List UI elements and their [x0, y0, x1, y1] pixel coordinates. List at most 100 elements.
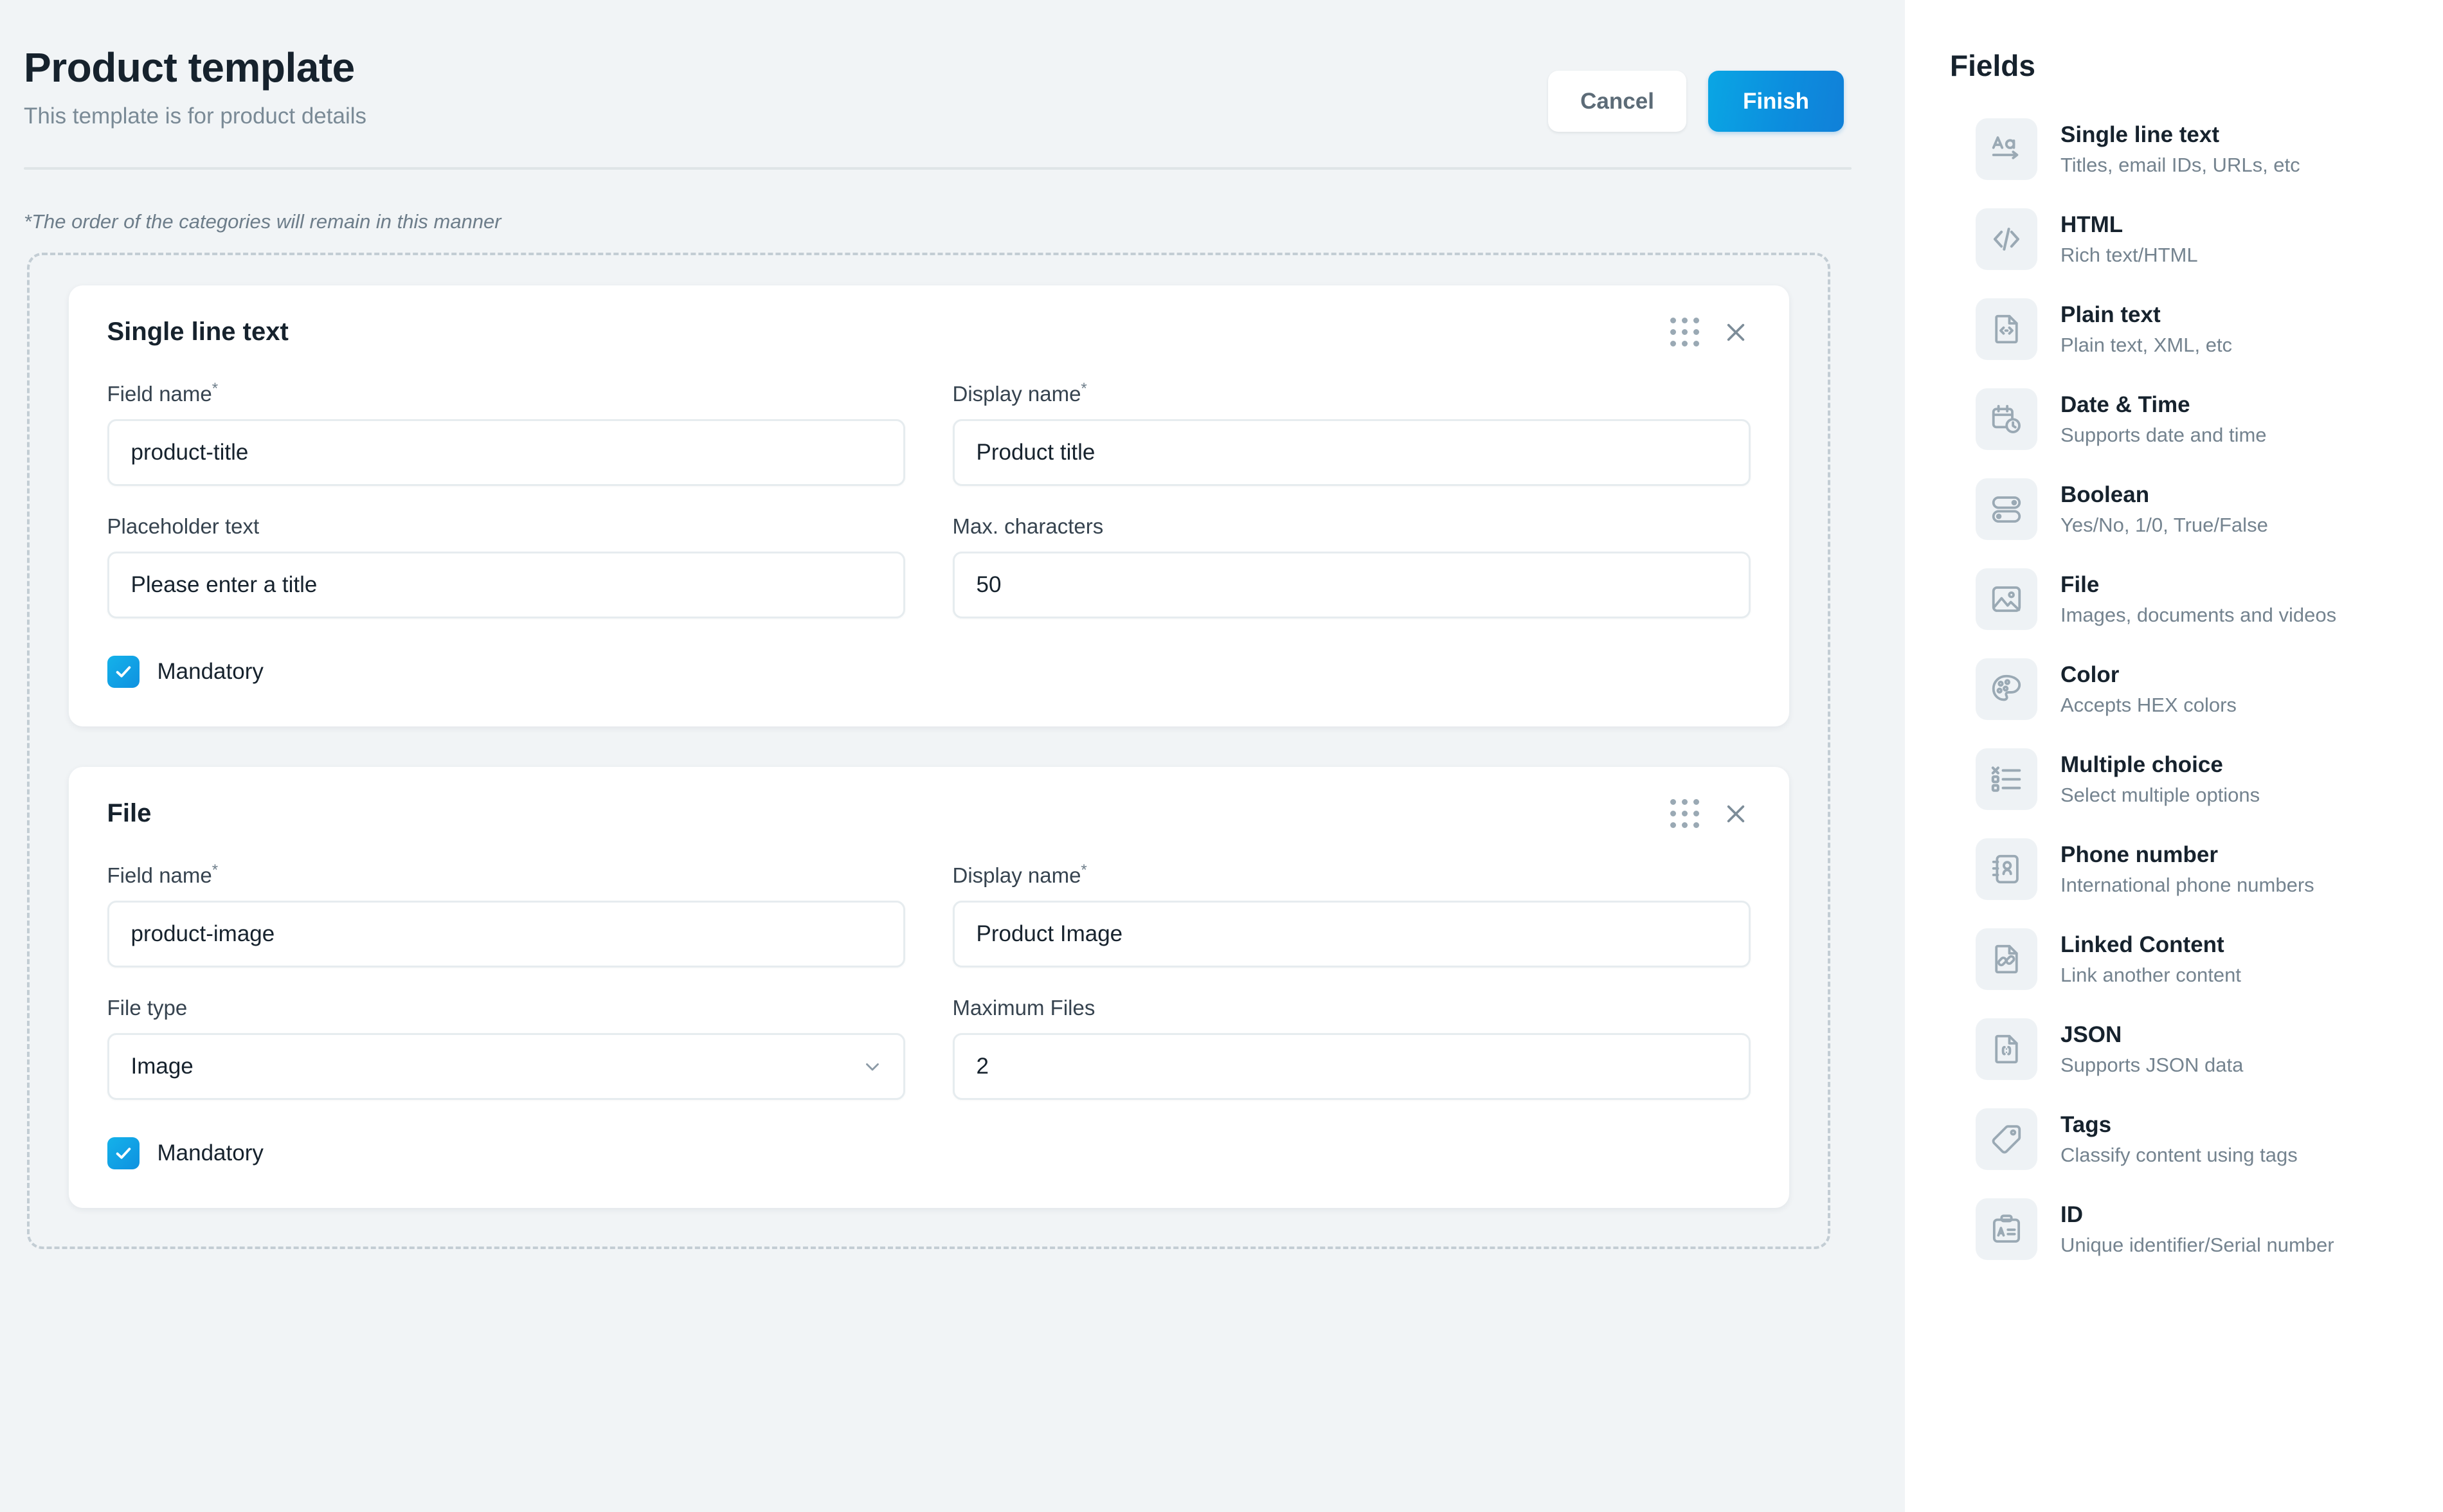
calendar-clock-icon: [1976, 388, 2037, 450]
image-icon: [1976, 568, 2037, 630]
form-field-display-name: Display name*: [952, 380, 1751, 486]
field-type-name: Color: [2060, 662, 2120, 687]
field-type-desc: International phone numbers: [2060, 873, 2314, 896]
title-block: Product template This template is for pr…: [24, 46, 366, 129]
mandatory-checkbox[interactable]: [107, 1137, 140, 1169]
sidebar-item-single-line-text[interactable]: Single line text Titles, email IDs, URLs…: [1905, 113, 2443, 186]
file-type-select[interactable]: [107, 1033, 905, 1100]
fields-dropzone[interactable]: Single line text Field name* product-tit…: [27, 253, 1830, 1249]
field-card[interactable]: Single line text Field name* product-tit…: [68, 285, 1789, 726]
fields-sidebar: Fields Single line text Titles, email ID…: [1905, 0, 2443, 1512]
page-header: Product template This template is for pr…: [0, 0, 1905, 132]
mandatory-row[interactable]: Mandatory: [107, 1137, 1751, 1169]
form-field-placeholder-text: Placeholder text: [107, 514, 905, 618]
field-type-name: ID: [2060, 1202, 2083, 1227]
label-placeholder-text: Placeholder text: [107, 514, 260, 538]
page-title: Product template: [24, 44, 355, 91]
field-type-desc: Plain text, XML, etc: [2060, 333, 2233, 356]
field-type-desc: Accepts HEX colors: [2060, 693, 2237, 716]
field-name-input[interactable]: [107, 419, 905, 486]
field-type-name: Single line text: [2060, 122, 2219, 147]
drag-dots-icon[interactable]: [1670, 318, 1699, 346]
card-title: Single line text: [107, 318, 289, 346]
card-row: Field name* Display name*: [107, 861, 1751, 968]
field-type-desc: Supports date and time: [2060, 423, 2267, 446]
sidebar-item-color[interactable]: Color Accepts HEX colors: [1905, 652, 2443, 726]
sidebar-item-tags[interactable]: Tags Classify content using tags: [1905, 1102, 2443, 1176]
field-texts: Phone number International phone numbers: [2060, 842, 2314, 897]
check-icon: [116, 1148, 131, 1159]
sidebar-item-boolean[interactable]: Boolean Yes/No, 1/0, True/False: [1905, 473, 2443, 546]
field-texts: Multiple choice Select multiple options: [2060, 752, 2260, 807]
sidebar-item-html[interactable]: HTML Rich text/HTML: [1905, 203, 2443, 276]
field-card[interactable]: File Field name* product-image Display n…: [68, 767, 1789, 1208]
label-field-name: Field name*: [107, 380, 219, 406]
field-type-desc: Unique identifier/Serial number: [2060, 1233, 2334, 1256]
checklist-icon: [1976, 748, 2037, 810]
finish-button[interactable]: Finish: [1708, 71, 1844, 132]
field-type-name: Tags: [2060, 1112, 2112, 1137]
page-subtitle: This template is for product details: [24, 104, 367, 129]
sidebar-item-file[interactable]: File Images, documents and videos: [1905, 562, 2443, 636]
form-field-display-name: Display name*: [952, 861, 1751, 968]
display-name-input[interactable]: [952, 901, 1751, 968]
field-type-name: JSON: [2060, 1022, 2122, 1047]
field-texts: ID Unique identifier/Serial number: [2060, 1202, 2334, 1257]
field-type-desc: Yes/No, 1/0, True/False: [2060, 513, 2268, 536]
field-name-input[interactable]: [107, 901, 905, 968]
field-texts: Plain text Plain text, XML, etc: [2060, 302, 2232, 357]
max-characters-input[interactable]: [952, 552, 1751, 618]
placeholder-text-input[interactable]: [107, 552, 905, 618]
id-badge-icon: [1976, 1198, 2037, 1260]
field-type-name: Date & Time: [2060, 392, 2190, 417]
cancel-button[interactable]: Cancel: [1548, 71, 1686, 132]
drag-dots-icon[interactable]: [1670, 799, 1699, 828]
close-icon[interactable]: [1725, 321, 1747, 343]
field-texts: Single line text Titles, email IDs, URLs…: [2060, 122, 2300, 177]
mandatory-label: Mandatory: [157, 1140, 264, 1166]
sidebar-item-json[interactable]: JSON Supports JSON data: [1905, 1013, 2443, 1086]
sidebar-item-multiple-choice[interactable]: Multiple choice Select multiple options: [1905, 742, 2443, 816]
sidebar-item-id[interactable]: ID Unique identifier/Serial number: [1905, 1192, 2443, 1266]
field-texts: Color Accepts HEX colors: [2060, 662, 2237, 717]
field-texts: File Images, documents and videos: [2060, 572, 2336, 627]
field-type-name: Phone number: [2060, 842, 2219, 867]
sidebar-item-date-time[interactable]: Date & Time Supports date and time: [1905, 382, 2443, 456]
field-type-name: HTML: [2060, 212, 2123, 237]
sidebar-item-linked-content[interactable]: Linked Content Link another content: [1905, 923, 2443, 996]
maximum-files-input[interactable]: [952, 1033, 1751, 1100]
sidebar-item-phone-number[interactable]: Phone number International phone numbers: [1905, 833, 2443, 906]
field-texts: Boolean Yes/No, 1/0, True/False: [2060, 482, 2268, 537]
sidebar-title: Fields: [1950, 49, 2035, 82]
file-type-select-wrap[interactable]: [107, 1033, 905, 1100]
display-name-input[interactable]: [952, 419, 1751, 486]
field-type-name: Plain text: [2060, 302, 2161, 327]
tag-icon: [1976, 1108, 2037, 1170]
field-type-desc: Classify content using tags: [2060, 1143, 2298, 1166]
form-field-maximum-files: Maximum Files: [952, 996, 1751, 1100]
mandatory-row[interactable]: Mandatory: [107, 656, 1751, 688]
document-code-icon: [1976, 298, 2037, 360]
document-link-icon: [1976, 928, 2037, 990]
field-type-desc: Select multiple options: [2060, 783, 2260, 806]
header-divider: [24, 167, 1852, 170]
mandatory-checkbox[interactable]: [107, 656, 140, 688]
label-maximum-files: Maximum Files: [952, 996, 1095, 1020]
close-icon[interactable]: [1725, 803, 1747, 825]
label-field-name: Field name*: [107, 861, 219, 887]
document-braces-icon: [1976, 1018, 2037, 1080]
label-display-name: Display name*: [952, 861, 1087, 887]
check-icon: [116, 666, 131, 678]
main-panel: Product template This template is for pr…: [0, 0, 1905, 1512]
text-aa-arrow-icon: [1976, 118, 2037, 180]
sidebar-item-plain-text[interactable]: Plain text Plain text, XML, etc: [1905, 292, 2443, 366]
form-field-file-type: File type: [107, 996, 905, 1100]
form-field-field-name: Field name*: [107, 861, 905, 968]
app-root: Product template This template is for pr…: [0, 0, 2443, 1512]
mandatory-label: Mandatory: [157, 659, 264, 684]
field-texts: Date & Time Supports date and time: [2060, 392, 2267, 447]
label-display-name: Display name*: [952, 380, 1087, 406]
field-texts: HTML Rich text/HTML: [2060, 212, 2198, 267]
field-type-desc: Images, documents and videos: [2060, 603, 2337, 626]
field-type-desc: Link another content: [2060, 963, 2241, 986]
